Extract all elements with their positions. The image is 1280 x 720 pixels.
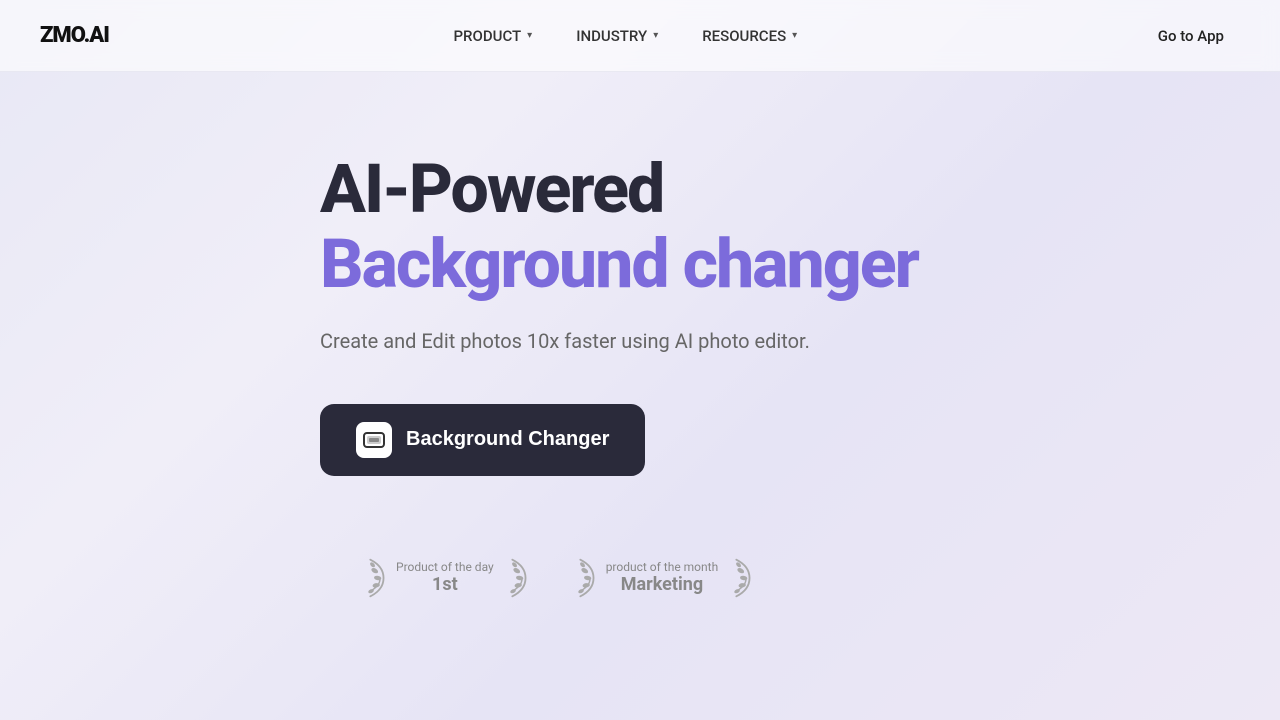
laurel-right-month-icon xyxy=(726,556,754,600)
hero-title-line2: Background changer xyxy=(320,227,918,302)
background-changer-icon xyxy=(356,422,392,458)
hero-section: AI-Powered Background changer Create and… xyxy=(0,72,1280,720)
chevron-down-icon: ▾ xyxy=(527,30,532,41)
badge-day-text: Product of the day 1st xyxy=(396,560,494,595)
background-changer-button[interactable]: Background Changer xyxy=(320,404,645,476)
badge-product-month: product of the month Marketing xyxy=(570,556,755,600)
chevron-down-icon: ▾ xyxy=(653,30,658,41)
badges-section: Product of the day 1st xyxy=(320,556,754,600)
go-to-app-button[interactable]: Go to App xyxy=(1142,19,1240,53)
laurel-right-icon xyxy=(502,556,530,600)
nav-product[interactable]: PRODUCT ▾ xyxy=(435,19,550,53)
laurel-left-month-icon xyxy=(570,556,598,600)
nav-resources[interactable]: RESOURCES ▾ xyxy=(684,19,815,53)
laurel-left-icon xyxy=(360,556,388,600)
hero-title-line1: AI-Powered xyxy=(320,152,663,227)
badge-month-text: product of the month Marketing xyxy=(606,560,719,595)
logo[interactable]: ZMO.AI xyxy=(40,23,109,48)
hero-subtitle: Create and Edit photos 10x faster using … xyxy=(320,326,810,356)
nav-center: PRODUCT ▾ INDUSTRY ▾ RESOURCES ▾ xyxy=(435,19,815,53)
navbar: ZMO.AI PRODUCT ▾ INDUSTRY ▾ RESOURCES ▾ … xyxy=(0,0,1280,72)
chevron-down-icon: ▾ xyxy=(792,30,797,41)
nav-industry[interactable]: INDUSTRY ▾ xyxy=(558,19,676,53)
badge-product-day: Product of the day 1st xyxy=(360,556,530,600)
